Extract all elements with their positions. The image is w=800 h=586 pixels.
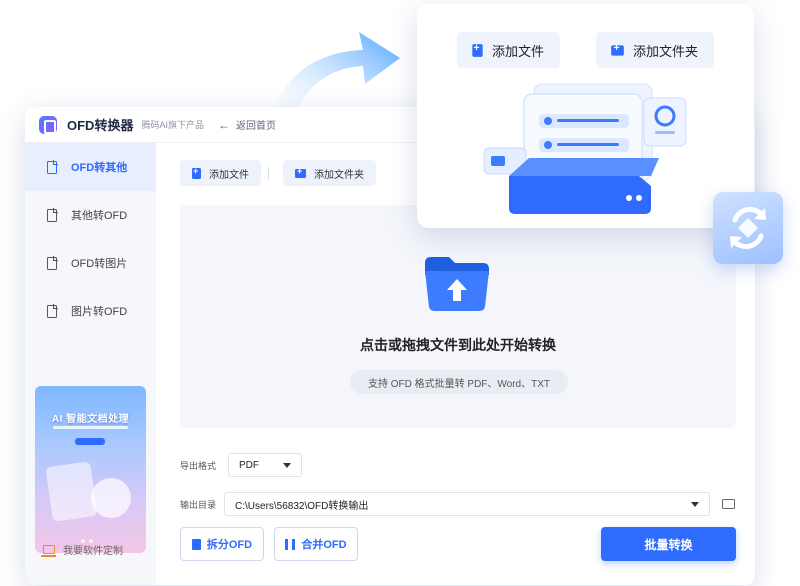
card-add-folder-button[interactable]: 添加文件夹 [596,32,715,68]
promo-button [75,438,105,445]
split-ofd-button[interactable]: 拆分OFD [180,527,264,561]
screenshot-stage: OFD转换器 腾码AI旗下产品 ← 返回首页 OFD转其他 其他转OFD OFD… [0,0,800,586]
merge-icon [285,538,296,550]
app-name: OFD转换器 [67,118,134,133]
merge-ofd-label: 合并OFD [301,539,347,551]
custom-software-label: 我要软件定制 [63,546,123,557]
custom-software-link[interactable]: 我要软件定制 [41,542,123,557]
split-icon [191,538,201,550]
split-ofd-label: 拆分OFD [206,539,253,551]
add-file-icon [472,41,483,57]
sidebar-item-label: OFD转图片 [71,258,128,270]
file-drop-zone[interactable]: 点击或拖拽文件到此处开始转换 支持 OFD 格式批量转 PDF、Word、TXT [180,205,736,428]
promo-banner[interactable]: AI 智能文档处理 [35,386,146,553]
card-add-folder-label: 添加文件夹 [633,43,699,59]
sidebar-item-image-to-ofd[interactable]: 图片转OFD [25,287,156,335]
promo-title: AI 智能文档处理 [51,414,130,425]
promo-illustration [45,461,98,522]
add-file-button[interactable]: 添加文件 [180,160,261,186]
sidebar-item-label: OFD转其他 [71,162,128,174]
floating-add-card: 添加文件 添加文件夹 [417,4,754,228]
document-icon [47,304,58,318]
output-dir-label: 输出目录 [180,499,217,510]
sidebar-item-label: 图片转OFD [71,306,128,318]
sidebar: OFD转其他 其他转OFD OFD转图片 图片转OFD AI 智能文档处理 我要… [25,143,156,585]
add-folder-icon [611,41,624,56]
batch-convert-button[interactable]: 批量转换 [601,527,736,561]
add-folder-label: 添加文件夹 [314,169,364,181]
sidebar-item-other-to-ofd[interactable]: 其他转OFD [25,191,156,239]
card-add-file-label: 添加文件 [492,43,545,59]
back-home-link[interactable]: ← 返回首页 [217,117,276,133]
promo-illustration [91,478,131,518]
add-file-icon [192,166,201,179]
output-dir-select[interactable]: C:\Users\56832\OFD转换输出 [224,492,711,516]
document-icon [47,160,58,174]
toolbar-divider [268,167,269,179]
drop-zone-hint: 支持 OFD 格式批量转 PDF、Word、TXT [350,370,568,394]
output-dir-value: C:\Users\56832\OFD转换输出 [235,500,369,512]
arrow-left-icon: ← [217,117,230,132]
add-file-label: 添加文件 [209,169,249,181]
promo-text-line [53,426,128,429]
export-format-select[interactable]: PDF [228,453,303,477]
upload-folder-icon [425,257,489,311]
export-format-label: 导出格式 [180,460,217,471]
drop-zone-title: 点击或拖拽文件到此处开始转换 [360,337,556,353]
sidebar-item-ofd-to-other[interactable]: OFD转其他 [25,143,156,191]
open-folder-icon[interactable] [722,499,736,509]
card-add-file-button[interactable]: 添加文件 [457,32,561,68]
add-folder-icon [295,166,306,178]
export-format-value: PDF [239,459,260,471]
laptop-icon [41,545,56,557]
add-folder-button[interactable]: 添加文件夹 [283,160,376,186]
export-format-row: 导出格式 PDF [180,453,303,477]
output-dir-row: 输出目录 C:\Users\56832\OFD转换输出 [180,492,736,516]
chevron-down-icon [283,462,292,468]
chevron-down-icon [691,501,700,507]
sidebar-item-label: 其他转OFD [71,210,128,222]
sidebar-item-ofd-to-image[interactable]: OFD转图片 [25,239,156,287]
sync-badge [713,192,783,264]
file-tray-illustration [483,83,687,214]
app-logo [39,115,57,134]
app-subtitle: 腾码AI旗下产品 [141,120,204,130]
back-home-label: 返回首页 [235,121,276,132]
document-icon [47,256,58,270]
merge-ofd-button[interactable]: 合并OFD [274,527,358,561]
document-icon [47,208,58,222]
sync-icon [730,206,766,250]
